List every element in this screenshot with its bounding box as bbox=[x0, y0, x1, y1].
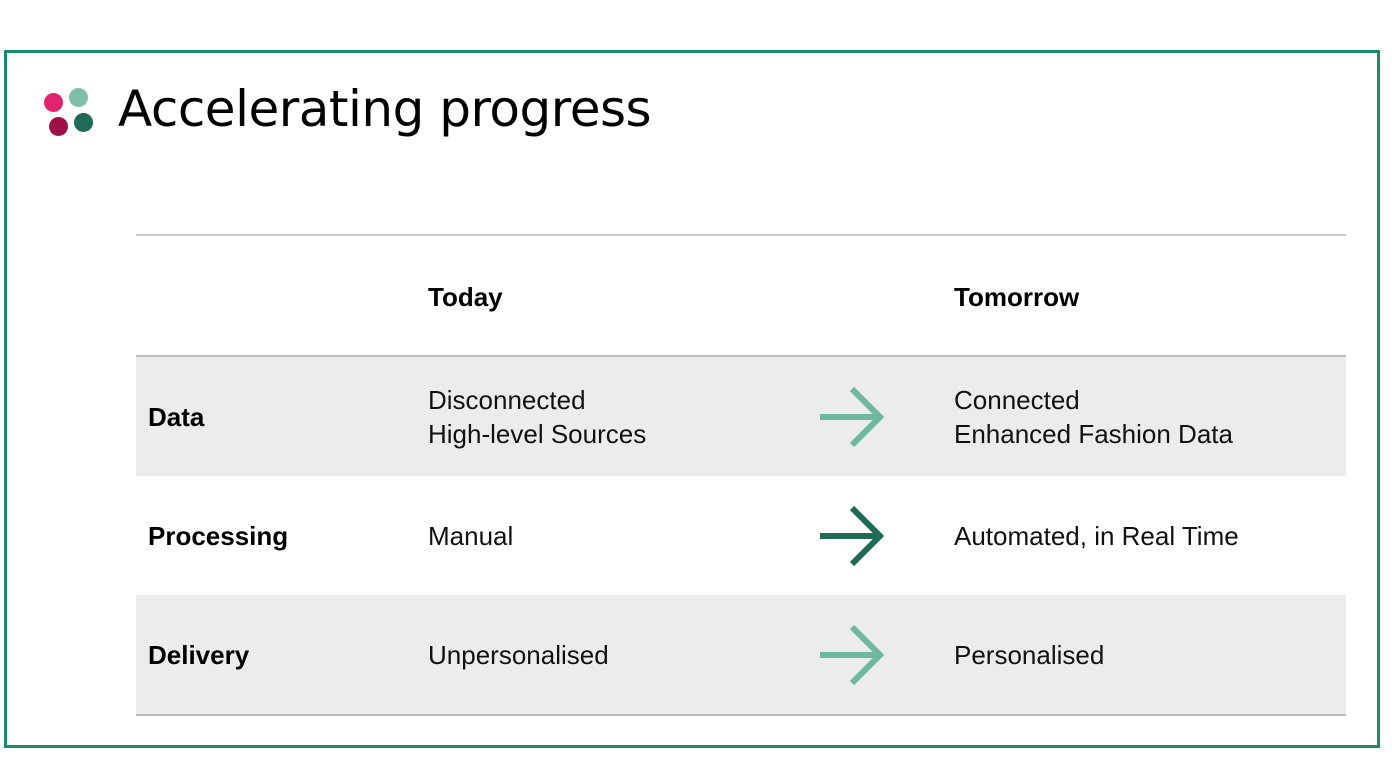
logo-dot-crimson bbox=[49, 117, 68, 136]
tomorrow-value: Connected Enhanced Fashion Data bbox=[954, 384, 1233, 449]
arrow-right-light-icon bbox=[816, 595, 888, 714]
header-tomorrow: Tomorrow bbox=[954, 282, 1080, 312]
logo-dot-mint bbox=[69, 88, 88, 107]
header-today: Today bbox=[428, 282, 503, 312]
slide-title: Accelerating progress bbox=[118, 80, 652, 138]
logo-dot-green bbox=[74, 113, 93, 132]
logo-dots-icon bbox=[44, 88, 94, 138]
row-label: Processing bbox=[148, 520, 289, 551]
tomorrow-value: Personalised bbox=[954, 639, 1105, 670]
logo-dot-pink bbox=[44, 93, 63, 112]
today-value: Disconnected High-level Sources bbox=[428, 384, 647, 449]
comparison-table: Today Tomorrow Data Disconnected High-le… bbox=[136, 234, 1346, 716]
arrow-right-light-icon bbox=[816, 357, 888, 476]
today-value: Unpersonalised bbox=[428, 639, 609, 670]
row-label: Delivery bbox=[148, 639, 250, 670]
table-row: Processing Manual Automated, in Real Tim… bbox=[136, 476, 1346, 595]
today-value: Manual bbox=[428, 520, 514, 551]
row-label: Data bbox=[148, 401, 205, 432]
tomorrow-value: Automated, in Real Time bbox=[954, 520, 1239, 551]
table-row: Delivery Unpersonalised Personalised bbox=[136, 595, 1346, 716]
arrow-right-dark-icon bbox=[816, 476, 888, 595]
table-header: Today Tomorrow bbox=[136, 236, 1346, 357]
table-row: Data Disconnected High-level Sources Con… bbox=[136, 357, 1346, 476]
